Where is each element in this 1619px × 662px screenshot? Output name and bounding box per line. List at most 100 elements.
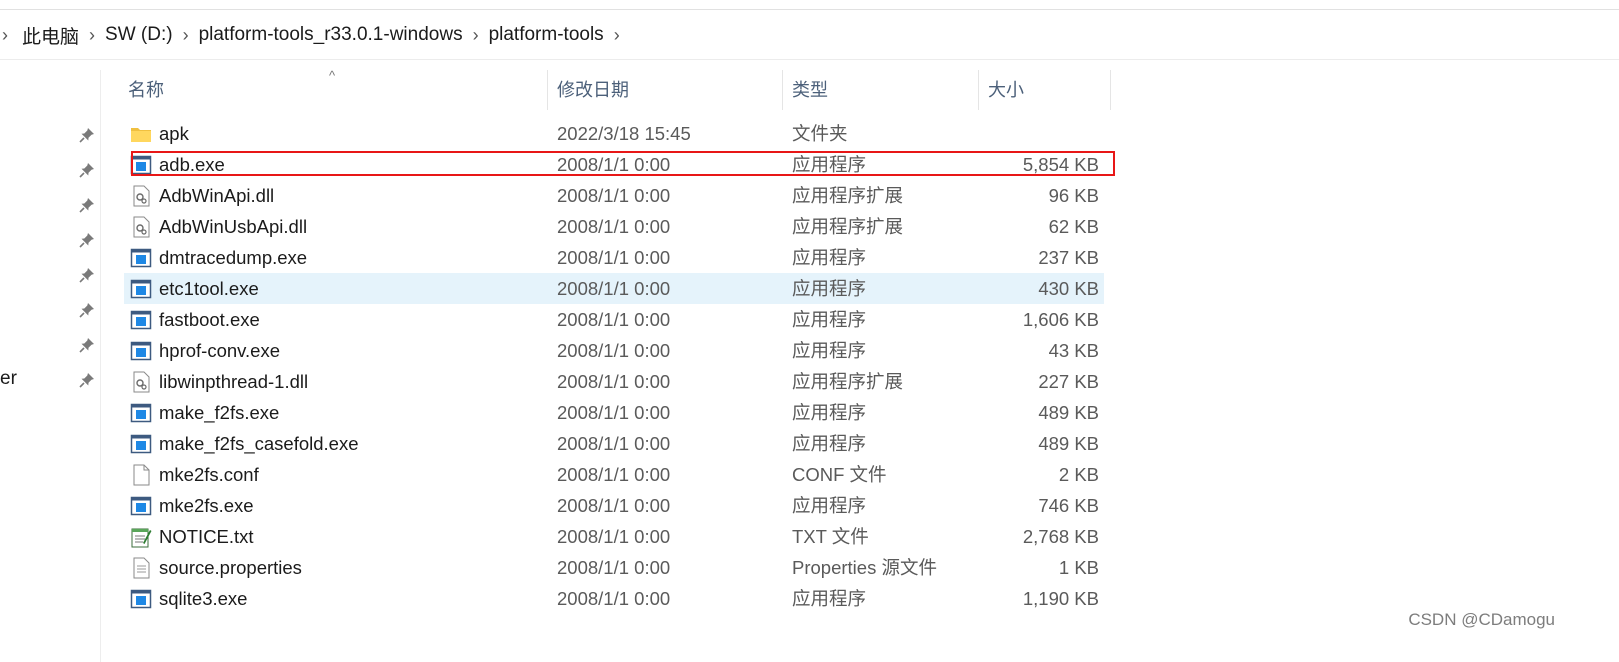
file-row[interactable]: hprof-conv.exe 2008/1/1 0:00 应用程序 43 KB: [124, 335, 1104, 366]
file-modified-date: 2008/1/1 0:00: [557, 588, 671, 609]
text-file-icon: [130, 557, 152, 579]
file-size: 746 KB: [1038, 495, 1099, 516]
column-divider[interactable]: [978, 70, 979, 110]
chevron-right-icon[interactable]: ›: [89, 25, 95, 46]
file-name: adb.exe: [159, 154, 225, 175]
file-type: 应用程序: [792, 588, 867, 609]
column-header-type[interactable]: 类型: [792, 70, 828, 110]
file-size: 62 KB: [1048, 216, 1099, 237]
file-type: 应用程序: [792, 495, 867, 516]
file-type: 应用程序扩展: [792, 216, 904, 237]
notepad-icon: [130, 526, 152, 548]
file-modified-date: 2008/1/1 0:00: [557, 309, 671, 330]
file-modified-date: 2008/1/1 0:00: [557, 464, 671, 485]
nav-item-label-partial[interactable]: er: [0, 368, 17, 390]
file-modified-date: 2008/1/1 0:00: [557, 495, 671, 516]
pin-icon: [78, 336, 96, 354]
application-icon: [130, 340, 152, 362]
file-row[interactable]: apk 2022/3/18 15:45 文件夹: [124, 118, 1104, 149]
dll-icon: [130, 371, 152, 393]
file-size: 2 KB: [1058, 464, 1099, 485]
column-header-size[interactable]: 大小: [988, 70, 1024, 110]
file-row[interactable]: make_f2fs_casefold.exe 2008/1/1 0:00 应用程序 4…: [124, 428, 1104, 459]
file-name: dmtracedump.exe: [159, 247, 308, 268]
navigation-pane-divider[interactable]: [100, 70, 101, 662]
file-size: 43 KB: [1048, 340, 1099, 361]
column-header-name[interactable]: 名称: [128, 70, 164, 110]
file-type: 应用程序: [792, 278, 867, 299]
file-size: 237 KB: [1038, 247, 1099, 268]
file-type: Properties 源文件: [792, 557, 937, 578]
file-row[interactable]: mke2fs.conf 2008/1/1 0:00 CONF 文件 2 KB: [124, 459, 1104, 490]
chevron-right-icon[interactable]: ›: [614, 25, 620, 46]
file-name: fastboot.exe: [159, 309, 260, 330]
file-type: 应用程序: [792, 154, 867, 175]
file-name: apk: [159, 123, 189, 144]
pin-icon: [78, 126, 96, 144]
file-row[interactable]: libwinpthread-1.dll 2008/1/1 0:00 应用程序扩展 22…: [124, 366, 1104, 397]
column-divider[interactable]: [547, 70, 548, 110]
file-row[interactable]: adb.exe 2008/1/1 0:00 应用程序 5,854 KB: [124, 149, 1104, 180]
file-row[interactable]: NOTICE.txt 2008/1/1 0:00 TXT 文件 2,768 KB: [124, 521, 1104, 552]
application-icon: [130, 154, 152, 176]
application-icon: [130, 402, 152, 424]
file-modified-date: 2008/1/1 0:00: [557, 402, 671, 423]
dll-icon: [130, 216, 152, 238]
file-row[interactable]: mke2fs.exe 2008/1/1 0:00 应用程序 746 KB: [124, 490, 1104, 521]
file-row[interactable]: AdbWinUsbApi.dll 2008/1/1 0:00 应用程序扩展 62 KB: [124, 211, 1104, 242]
pin-icon: [78, 231, 96, 249]
breadcrumb-item-drive[interactable]: SW (D:): [105, 24, 173, 46]
file-name: hprof-conv.exe: [159, 340, 280, 361]
file-row[interactable]: sqlite3.exe 2008/1/1 0:00 应用程序 1,190 KB: [124, 583, 1104, 614]
file-row[interactable]: etc1tool.exe 2008/1/1 0:00 应用程序 430 KB: [124, 273, 1104, 304]
file-type: 应用程序: [792, 247, 867, 268]
window-top-border: [0, 9, 1619, 10]
application-icon: [130, 247, 152, 269]
column-divider[interactable]: [1110, 70, 1111, 110]
application-icon: [130, 278, 152, 300]
sort-ascending-icon: ^: [329, 68, 336, 83]
file-type: 应用程序扩展: [792, 185, 904, 206]
breadcrumb-item-this-pc[interactable]: 此电脑: [22, 22, 79, 49]
file-type: 文件夹: [792, 123, 848, 144]
file-row[interactable]: source.properties 2008/1/1 0:00 Properties…: [124, 552, 1104, 583]
file-size: 227 KB: [1038, 371, 1099, 392]
address-bar-divider: [0, 59, 1619, 60]
file-type: 应用程序: [792, 402, 867, 423]
chevron-right-icon[interactable]: ›: [2, 25, 8, 46]
file-modified-date: 2008/1/1 0:00: [557, 433, 671, 454]
folder-icon: [130, 123, 152, 145]
file-type: TXT 文件: [792, 526, 869, 547]
column-header-date[interactable]: 修改日期: [557, 70, 629, 110]
file-size: 1,190 KB: [1022, 588, 1099, 609]
file-name: mke2fs.conf: [159, 464, 259, 485]
file-name: make_f2fs_casefold.exe: [159, 433, 359, 454]
file-type: 应用程序扩展: [792, 371, 904, 392]
column-divider[interactable]: [782, 70, 783, 110]
file-size: 430 KB: [1038, 278, 1099, 299]
file-size: 489 KB: [1038, 402, 1099, 423]
dll-icon: [130, 185, 152, 207]
file-modified-date: 2008/1/1 0:00: [557, 278, 671, 299]
file-size: 489 KB: [1038, 433, 1099, 454]
breadcrumb-item-platform-tools-windows[interactable]: platform-tools_r33.0.1-windows: [199, 24, 463, 46]
breadcrumb-item-platform-tools[interactable]: platform-tools: [489, 24, 604, 46]
chevron-right-icon[interactable]: ›: [183, 25, 189, 46]
file-modified-date: 2008/1/1 0:00: [557, 340, 671, 361]
file-row[interactable]: fastboot.exe 2008/1/1 0:00 应用程序 1,606 KB: [124, 304, 1104, 335]
file-size: 1,606 KB: [1022, 309, 1099, 330]
file-row[interactable]: make_f2fs.exe 2008/1/1 0:00 应用程序 489 KB: [124, 397, 1104, 428]
file-type: 应用程序: [792, 433, 867, 454]
file-name: NOTICE.txt: [159, 526, 254, 547]
pin-icon: [78, 371, 96, 389]
chevron-right-icon[interactable]: ›: [473, 25, 479, 46]
file-modified-date: 2008/1/1 0:00: [557, 185, 671, 206]
file-row[interactable]: dmtracedump.exe 2008/1/1 0:00 应用程序 237 KB: [124, 242, 1104, 273]
file-modified-date: 2022/3/18 15:45: [557, 123, 691, 144]
file-modified-date: 2008/1/1 0:00: [557, 557, 671, 578]
file-row[interactable]: AdbWinApi.dll 2008/1/1 0:00 应用程序扩展 96 KB: [124, 180, 1104, 211]
file-modified-date: 2008/1/1 0:00: [557, 154, 671, 175]
file-size: 96 KB: [1048, 185, 1099, 206]
file-type: 应用程序: [792, 340, 867, 361]
breadcrumb: › 此电脑 › SW (D:) › platform-tools_r33.0.1…: [0, 20, 630, 50]
